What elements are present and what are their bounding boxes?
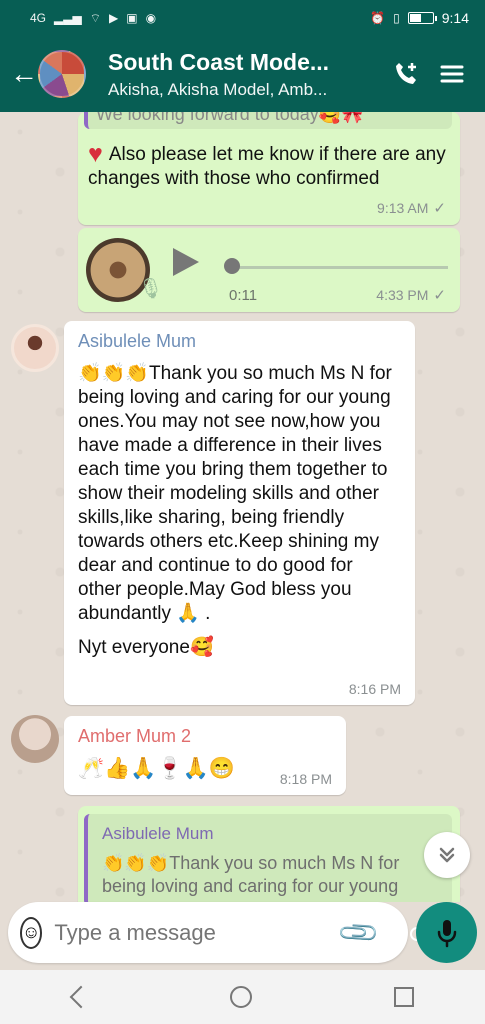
voice-message-button[interactable] (416, 902, 477, 963)
paperclip-icon[interactable]: 📎 (336, 909, 382, 955)
quoted-cutoff-text: We looking forward to today🥰🎀 (96, 112, 364, 124)
message-meta: 8:18 PM (280, 771, 332, 787)
message-composer[interactable]: ☺ 📎 (8, 902, 425, 963)
play-store-icon: ▶ (108, 11, 119, 25)
sender-name: Asibulele Mum (78, 331, 197, 351)
battery-fill (409, 14, 421, 22)
message-meta: 9:13 AM ✓ (377, 199, 446, 217)
hamburger-menu-icon (440, 65, 464, 83)
play-icon[interactable] (173, 248, 199, 276)
emoji-icon[interactable]: ☺ (20, 916, 43, 949)
audio-progress-handle[interactable] (224, 258, 240, 274)
message-time: 9:13 AM (377, 200, 429, 216)
reply-quote[interactable]: Asibulele Mum 👏👏👏Thank you so much Ms N … (84, 814, 452, 902)
asibulele-avatar[interactable] (11, 324, 59, 372)
recent-apps-square-icon[interactable] (394, 987, 415, 1007)
reply-text: 👏👏👏Thank you so much Ms N for being lovi… (102, 853, 400, 902)
message-text: 👏👏👏Thank you so much Ms N for being lovi… (78, 363, 392, 624)
add-call-button[interactable] (383, 60, 429, 88)
audio-progress-track[interactable] (234, 266, 448, 269)
signal-icon: ▂▃▅ (54, 11, 82, 25)
quoted-cutoff: We looking forward to today🥰🎀 (84, 112, 452, 129)
chat-subtitle: Akisha, Akisha Model, Amb... (108, 79, 328, 99)
message-text: ♥ Also please let me know if there are an… (88, 142, 453, 191)
audio-time: 4:33 PM (376, 287, 429, 303)
chat-thread[interactable]: We looking forward to today🥰🎀 ♥ Also plea… (0, 112, 485, 902)
audio-message[interactable]: 🎙 0:11 4:33 PM ✓ (78, 228, 460, 312)
audio-duration: 0:11 (229, 287, 258, 304)
alarm-icon: ⏰ (370, 11, 386, 25)
status-time: 9:14 (441, 10, 469, 26)
network-label: 4G (30, 11, 47, 25)
amber-avatar[interactable] (11, 715, 59, 763)
incoming-message[interactable]: Amber Mum 2 🥂👍🙏🍷🙏😁 8:18 PM (64, 716, 346, 795)
android-navigation-bar (0, 970, 485, 1024)
audio-meta: 4:33 PM ✓ (376, 286, 446, 304)
double-chevron-down-icon (439, 847, 455, 863)
reply-sender: Asibulele Mum (102, 824, 214, 843)
chat-title-area[interactable]: South Coast Mode... Akisha, Akisha Model… (108, 49, 383, 100)
notification-icon: ▣ (126, 11, 138, 25)
message-time: 8:18 PM (279, 771, 332, 787)
incoming-message[interactable]: Asibulele Mum 👏👏👏Thank you so much Ms N … (64, 321, 415, 705)
first-message-text: Also please let me know if there are any… (88, 144, 446, 189)
message-meta: 8:16 PM (349, 681, 401, 697)
vibrate-icon: ▯ (393, 11, 400, 25)
wifi-icon: ⌔ (89, 10, 101, 25)
sent-check-icon: ✓ (433, 287, 446, 304)
add-call-icon (396, 63, 416, 84)
sent-check-icon: ✓ (433, 200, 446, 217)
group-avatar[interactable] (38, 50, 86, 98)
chat-title: South Coast Mode... (108, 48, 330, 75)
message-time: 8:16 PM (348, 681, 401, 697)
battery-icon (407, 12, 437, 24)
camera-status-icon: ◉ (145, 11, 157, 25)
outgoing-reply-message[interactable]: Asibulele Mum 👏👏👏Thank you so much Ms N … (78, 806, 460, 902)
status-bar: 4G ▂▃▅ ⌔ ▶ ▣ ◉ ⏰ ▯ 9:14 (0, 0, 485, 36)
back-arrow-icon[interactable]: ← (10, 60, 38, 88)
home-circle-icon[interactable] (230, 986, 253, 1008)
outgoing-message[interactable]: We looking forward to today🥰🎀 ♥ Also plea… (78, 112, 460, 225)
status-left: 4G ▂▃▅ ⌔ ▶ ▣ ◉ (30, 11, 156, 26)
mic-icon (437, 919, 456, 947)
status-right: ⏰ ▯ 9:14 (370, 10, 469, 26)
back-triangle-icon[interactable] (71, 987, 89, 1007)
message-input[interactable] (54, 919, 343, 946)
sender-name: Amber Mum 2 (78, 726, 192, 746)
microphone-icon: 🎙 (138, 278, 164, 300)
message-text-second: Nyt everyone🥰 (78, 637, 214, 658)
scroll-down-button[interactable] (424, 832, 470, 878)
menu-button[interactable] (429, 60, 475, 88)
heart-icon: ♥ (88, 140, 103, 168)
chat-header: ← South Coast Mode... Akisha, Akisha Mod… (0, 36, 485, 112)
